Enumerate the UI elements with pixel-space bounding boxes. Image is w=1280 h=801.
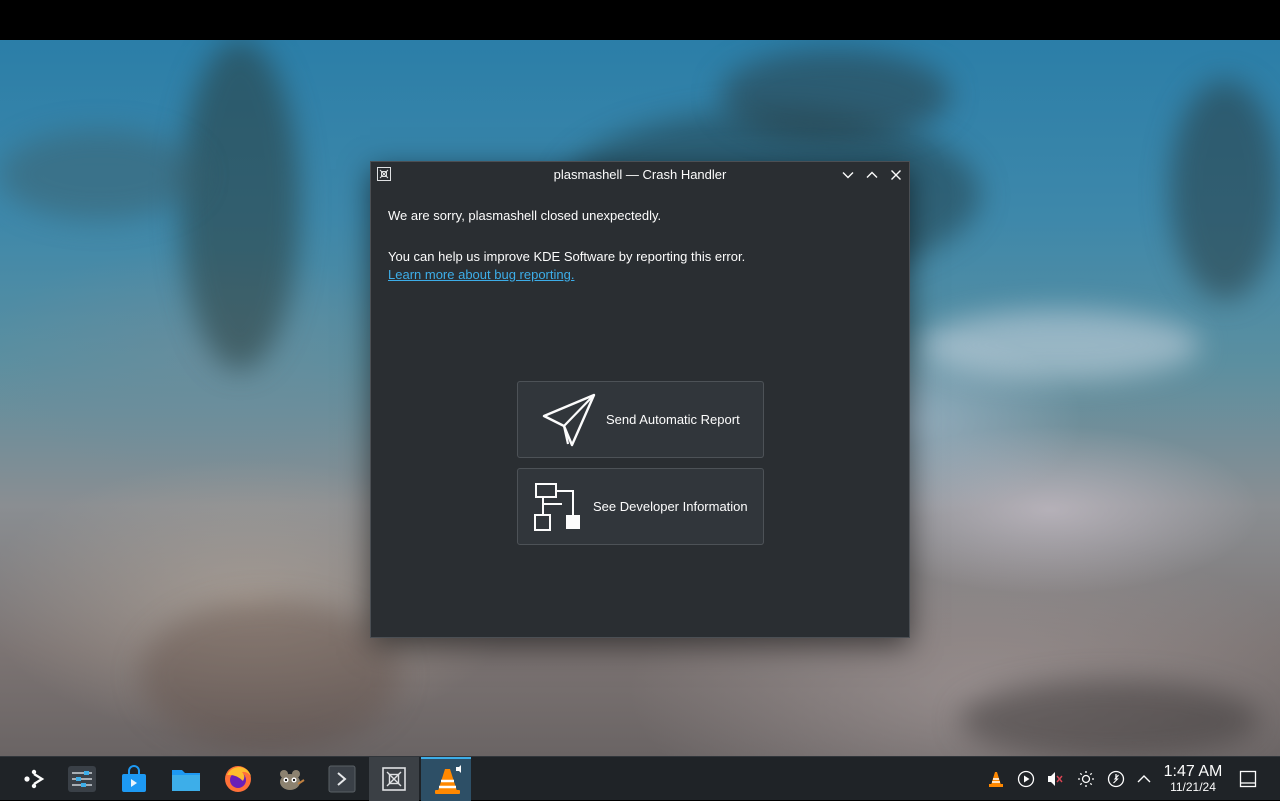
clock-date: 11/21/24	[1170, 780, 1216, 794]
dolphin-files-icon[interactable]	[166, 757, 206, 801]
paper-plane-icon	[542, 393, 596, 447]
chevron-up-icon	[866, 171, 878, 178]
close-button[interactable]	[886, 165, 906, 185]
clock-time: 1:47 AM	[1163, 763, 1223, 780]
chevron-down-icon	[842, 172, 854, 179]
minimize-button[interactable]	[838, 165, 858, 185]
send-report-label: Send Automatic Report	[606, 412, 740, 427]
window-titlebar[interactable]: plasmashell — Crash Handler	[371, 162, 909, 188]
media-player-icon[interactable]	[1015, 757, 1037, 801]
see-developer-information-button[interactable]: See Developer Information	[517, 468, 764, 545]
digital-clock[interactable]: 1:47 AM 11/21/24	[1158, 763, 1228, 794]
vlc-task-icon[interactable]	[421, 757, 471, 801]
gimp-icon[interactable]	[270, 757, 310, 801]
diagram-icon	[532, 482, 582, 532]
window-title: plasmashell — Crash Handler	[553, 167, 727, 182]
crash-handler-task-icon[interactable]	[369, 757, 419, 801]
power-icon[interactable]	[1105, 757, 1127, 801]
bug-reporting-link[interactable]: Learn more about bug reporting.	[388, 267, 574, 282]
taskbar: 1:47 AM 11/21/24	[0, 756, 1280, 801]
crash-handler-window: plasmashell — Crash Handler We are sorry…	[370, 161, 910, 638]
system-settings-icon[interactable]	[62, 757, 102, 801]
application-launcher-icon[interactable]	[14, 757, 54, 801]
discover-store-icon[interactable]	[114, 757, 154, 801]
firefox-icon[interactable]	[218, 757, 258, 801]
show-hidden-icons-chevron[interactable]	[1133, 757, 1155, 801]
developer-info-label: See Developer Information	[593, 499, 748, 514]
send-automatic-report-button[interactable]: Send Automatic Report	[517, 381, 764, 458]
vlc-tray-icon[interactable]	[985, 757, 1007, 801]
close-icon	[891, 170, 901, 180]
konsole-icon[interactable]	[322, 757, 362, 801]
crash-message: We are sorry, plasmashell closed unexpec…	[388, 208, 662, 223]
maximize-button[interactable]	[862, 165, 882, 185]
top-black-bar	[0, 0, 1280, 40]
volume-muted-icon[interactable]	[1044, 757, 1066, 801]
brightness-icon[interactable]	[1075, 757, 1097, 801]
show-desktop-icon[interactable]	[1237, 757, 1259, 801]
help-message: You can help us improve KDE Software by …	[388, 249, 746, 264]
